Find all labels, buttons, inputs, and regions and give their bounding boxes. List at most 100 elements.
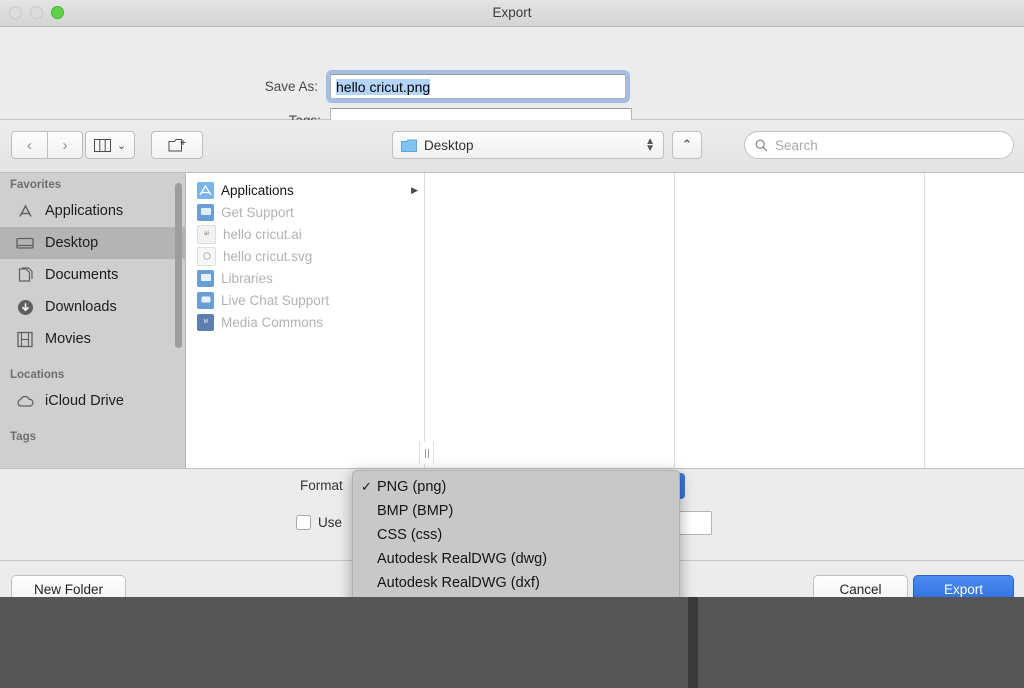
- column-view-icon: [93, 138, 111, 152]
- sidebar-scrollbar[interactable]: [175, 183, 182, 348]
- search-placeholder: Search: [775, 137, 818, 153]
- sidebar: Favorites Applications Desktop Documents: [0, 173, 186, 468]
- save-as-focus-ring: hello cricut.png: [327, 71, 629, 102]
- ai-document-icon: ai: [197, 224, 216, 244]
- name-fields-area: Save As: hello cricut.png Tags:: [0, 27, 1024, 133]
- forward-button[interactable]: ›: [47, 131, 83, 159]
- file-name: Live Chat Support: [221, 292, 330, 308]
- movies-icon: [14, 331, 36, 348]
- sidebar-item-movies[interactable]: Movies: [0, 323, 185, 355]
- cancel-button[interactable]: Cancel: [813, 575, 908, 597]
- chevron-left-icon: ‹: [27, 136, 32, 154]
- chat-icon: [197, 291, 214, 309]
- window-controls: [9, 6, 64, 19]
- list-item[interactable]: M Media Commons: [187, 311, 424, 333]
- sidebar-item-documents[interactable]: Documents: [0, 259, 185, 291]
- chevron-down-icon: ⌄: [116, 139, 127, 152]
- new-folder-toolbar-button[interactable]: [151, 131, 203, 159]
- list-item[interactable]: Libraries: [187, 267, 424, 289]
- go-up-button[interactable]: ⌃: [672, 131, 702, 159]
- export-save-dialog: Export Save As: hello cricut.png Tags: ‹…: [0, 0, 1024, 597]
- sidebar-item-desktop[interactable]: Desktop: [0, 227, 185, 259]
- chevron-up-icon: ⌃: [681, 137, 693, 152]
- sidebar-item-icloud-drive[interactable]: iCloud Drive: [0, 385, 185, 417]
- view-mode-button[interactable]: ⌄: [85, 131, 135, 159]
- list-item[interactable]: ai hello cricut.ai: [187, 223, 424, 245]
- folder-app-icon: [197, 181, 214, 199]
- zoom-button[interactable]: [51, 6, 64, 19]
- browser-column-3: [676, 173, 925, 468]
- export-button[interactable]: Export: [913, 575, 1014, 597]
- save-as-row: Save As: hello cricut.png: [246, 71, 629, 102]
- disclosure-arrow-icon: ▶: [411, 184, 418, 195]
- downloads-icon: [14, 299, 36, 316]
- format-dropdown-menu: ✓ PNG (png) BMP (BMP) CSS (css) Autodesk …: [352, 470, 680, 597]
- path-label: Desktop: [424, 137, 474, 153]
- menu-item-label: Autodesk RealDWG (dwg): [377, 551, 548, 567]
- menu-item-label: BMP (BMP): [377, 503, 454, 519]
- sidebar-header-tags: Tags: [10, 431, 36, 443]
- format-label: Format: [300, 478, 343, 493]
- use-option-row: Use: [296, 515, 342, 530]
- sidebar-item-label: Desktop: [45, 235, 99, 251]
- file-name: hello cricut.svg: [223, 248, 313, 264]
- sidebar-item-label: Applications: [45, 203, 124, 219]
- documents-icon: [14, 266, 36, 284]
- close-button: [9, 6, 22, 19]
- menu-item[interactable]: ✓ PNG (png): [353, 475, 679, 499]
- sidebar-item-applications[interactable]: Applications: [0, 195, 185, 227]
- file-name: Media Commons: [221, 314, 324, 330]
- app-icon: [197, 203, 214, 221]
- use-checkbox[interactable]: [296, 515, 311, 530]
- dialog-titlebar: Export: [0, 0, 1024, 27]
- file-name: hello cricut.ai: [223, 226, 302, 242]
- search-field[interactable]: Search: [744, 131, 1014, 159]
- applications-icon: [14, 203, 36, 220]
- path-stepper-icon: ▲ ▼: [645, 136, 655, 154]
- back-button[interactable]: ‹: [11, 131, 47, 159]
- sidebar-item-label: iCloud Drive: [45, 393, 124, 409]
- browser-column-2: [426, 173, 675, 468]
- list-item[interactable]: Live Chat Support: [187, 289, 424, 311]
- file-name: Get Support: [221, 204, 294, 220]
- desktop-icon: [14, 236, 36, 251]
- new-folder-icon: [168, 138, 185, 151]
- svg-document-icon: [197, 246, 216, 266]
- column-resize-handle[interactable]: [419, 442, 434, 464]
- menu-item[interactable]: Autodesk RealDWG (dwg): [353, 547, 679, 571]
- save-as-value: hello cricut.png: [336, 79, 431, 95]
- new-folder-button[interactable]: New Folder: [11, 575, 126, 597]
- file-list-column: Applications ▶ Get Support ai hello cric…: [187, 173, 425, 468]
- folder-icon: [401, 139, 417, 152]
- libraries-icon: [197, 269, 214, 287]
- sidebar-header-favorites: Favorites: [10, 179, 62, 191]
- use-checkbox-label: Use: [318, 515, 343, 530]
- list-item[interactable]: hello cricut.svg: [187, 245, 424, 267]
- media-commons-icon: M: [197, 313, 214, 331]
- save-as-input[interactable]: hello cricut.png: [330, 74, 626, 99]
- file-browser: Favorites Applications Desktop Documents: [0, 173, 1024, 469]
- file-name: Libraries: [221, 270, 273, 286]
- file-name: Applications: [221, 182, 294, 198]
- dialog-title: Export: [492, 5, 532, 20]
- menu-item-label: Autodesk RealDWG (dxf): [377, 575, 540, 591]
- menu-item[interactable]: Autodesk RealDWG (dxf): [353, 571, 679, 595]
- menu-item[interactable]: Enhanced Metafile (emf): [353, 595, 679, 597]
- save-as-label: Save As:: [264, 79, 318, 94]
- menu-item[interactable]: CSS (css): [353, 523, 679, 547]
- search-icon: [755, 139, 768, 151]
- list-item[interactable]: Applications ▶: [187, 179, 424, 201]
- minimize-button: [30, 6, 43, 19]
- cloud-icon: [14, 395, 36, 408]
- ai-badge: ai: [204, 231, 209, 237]
- check-icon: ✓: [361, 479, 372, 494]
- list-item[interactable]: Get Support: [187, 201, 424, 223]
- sidebar-item-downloads[interactable]: Downloads: [0, 291, 185, 323]
- chevron-right-icon: ›: [62, 136, 68, 154]
- sidebar-item-label: Documents: [45, 267, 119, 283]
- path-popup-button[interactable]: Desktop ▲ ▼: [392, 131, 664, 159]
- menu-item[interactable]: BMP (BMP): [353, 499, 679, 523]
- sidebar-item-label: Downloads: [45, 299, 117, 315]
- menu-item-label: PNG (png): [377, 479, 447, 495]
- menu-item-label: CSS (css): [377, 527, 443, 543]
